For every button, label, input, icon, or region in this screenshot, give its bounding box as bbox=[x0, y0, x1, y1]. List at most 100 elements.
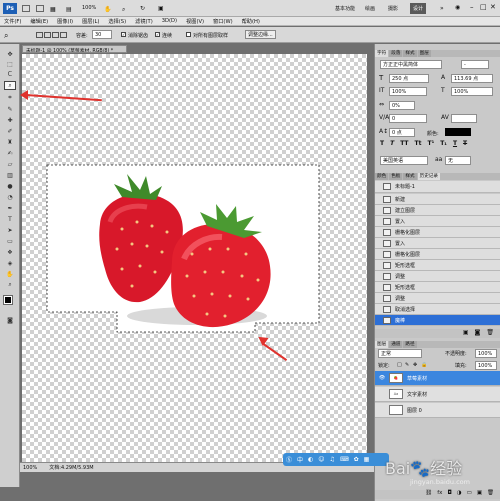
blur-tool-icon[interactable]: ● bbox=[4, 182, 16, 190]
refine-edge-button[interactable]: 调整边缘... bbox=[245, 30, 276, 39]
healing-brush-tool-icon[interactable]: ✚ bbox=[4, 116, 16, 124]
menu-image[interactable]: 图像(I) bbox=[57, 18, 73, 25]
language-select[interactable]: 美国英语 bbox=[380, 156, 428, 165]
workspace-menu-icon[interactable]: » bbox=[440, 5, 444, 12]
quick-mask-icon[interactable]: ◙ bbox=[4, 316, 16, 324]
extras-icon[interactable]: ▦ bbox=[50, 6, 56, 13]
add-selection-icon[interactable] bbox=[44, 32, 51, 38]
history-item[interactable]: 新建 bbox=[375, 194, 500, 205]
ime-keyboard-icon[interactable]: ⌨ bbox=[340, 456, 349, 463]
ime-punct-icon[interactable]: ◐ bbox=[308, 456, 313, 463]
layer-row-layer0[interactable]: 图层 0 bbox=[375, 403, 500, 418]
lock-all-icon[interactable]: 🔒 bbox=[421, 362, 427, 368]
horizontal-scale-input[interactable]: 100% bbox=[451, 87, 493, 96]
foreground-color-swatch[interactable] bbox=[3, 295, 13, 305]
workspace-photography[interactable]: 摄影 bbox=[388, 5, 398, 12]
tab-paragraph[interactable]: 段落 bbox=[389, 50, 403, 57]
blend-mode-select[interactable]: 正常 bbox=[378, 349, 422, 358]
font-family-select[interactable]: 方正正中黑简体 bbox=[380, 60, 442, 69]
history-item[interactable]: 置入 bbox=[375, 216, 500, 227]
menu-select[interactable]: 选择(S) bbox=[108, 18, 126, 25]
bridge-icon[interactable] bbox=[22, 5, 30, 12]
mini-bridge-icon[interactable] bbox=[36, 5, 44, 12]
antialias-select[interactable]: 无 bbox=[445, 156, 471, 165]
ime-skin-icon[interactable]: ✿ bbox=[354, 456, 359, 463]
history-item[interactable]: 矩形选框 bbox=[375, 260, 500, 271]
cs-live-icon[interactable]: ◉ bbox=[455, 4, 460, 11]
link-layers-icon[interactable]: ⛓ bbox=[425, 490, 432, 499]
pen-tool-icon[interactable]: ✒ bbox=[4, 204, 16, 212]
menu-file[interactable]: 文件(F) bbox=[4, 18, 21, 25]
hand-tool-icon[interactable]: ✋ bbox=[4, 270, 16, 278]
tab-layer-comps[interactable]: 图层 bbox=[417, 50, 431, 57]
rotate-view-icon[interactable]: ↻ bbox=[140, 5, 145, 12]
small-caps-button[interactable]: Tt bbox=[415, 140, 422, 147]
lasso-tool-icon[interactable]: ᑕ bbox=[4, 70, 16, 78]
layer-row-text[interactable]: Aa 文字素材 bbox=[375, 387, 500, 402]
type-tool-icon[interactable]: T bbox=[4, 215, 16, 223]
tab-channels[interactable]: 通道 bbox=[389, 341, 403, 348]
history-item[interactable]: 取消选择 bbox=[375, 304, 500, 315]
tolerance-input[interactable]: 30 bbox=[92, 30, 112, 39]
fill-input[interactable]: 100% bbox=[475, 361, 497, 370]
new-snapshot-icon[interactable]: ◙ bbox=[475, 329, 481, 338]
menu-window[interactable]: 窗口(W) bbox=[213, 18, 233, 25]
subtract-selection-icon[interactable] bbox=[52, 32, 59, 38]
maximize-button[interactable]: □ bbox=[480, 3, 487, 11]
hand-icon[interactable]: ✋ bbox=[104, 6, 111, 13]
history-item[interactable]: 建立图层 bbox=[375, 205, 500, 216]
tab-styles-2[interactable]: 样式 bbox=[403, 173, 417, 180]
contiguous-checkbox[interactable]: ✓ bbox=[155, 32, 160, 37]
eyedropper-tool-icon[interactable]: ✎ bbox=[4, 105, 16, 113]
all-caps-button[interactable]: TT bbox=[400, 140, 408, 147]
tab-history[interactable]: 历史记录 bbox=[417, 173, 440, 180]
document-canvas[interactable] bbox=[22, 54, 367, 462]
close-button[interactable]: ✕ bbox=[490, 3, 496, 11]
sample-all-layers-checkbox[interactable] bbox=[186, 32, 191, 37]
tab-paths[interactable]: 路径 bbox=[403, 341, 417, 348]
tracking-input[interactable] bbox=[451, 114, 477, 123]
new-layer-icon[interactable]: ▣ bbox=[477, 490, 482, 499]
adjustment-layer-icon[interactable]: ◑ bbox=[457, 490, 462, 499]
history-item-selected[interactable]: 魔棒 bbox=[375, 315, 500, 326]
kerning-input[interactable]: 0 bbox=[389, 114, 427, 123]
delete-layer-icon[interactable]: 🗑 bbox=[487, 490, 494, 499]
tab-character[interactable]: 字符 bbox=[375, 50, 389, 57]
vertical-scale-input[interactable]: 100% bbox=[389, 87, 427, 96]
faux-italic-button[interactable]: T bbox=[390, 140, 394, 147]
marquee-tool-icon[interactable]: ⬚ bbox=[4, 60, 16, 68]
lock-position-icon[interactable]: ✥ bbox=[413, 362, 417, 368]
crop-tool-icon[interactable]: ⌗ bbox=[4, 94, 16, 102]
intersect-selection-icon[interactable] bbox=[60, 32, 67, 38]
tab-color[interactable]: 颜色 bbox=[375, 173, 389, 180]
sogou-s-icon[interactable]: Ⓢ bbox=[286, 455, 292, 464]
eye-icon[interactable]: 👁 bbox=[378, 375, 386, 381]
minimize-button[interactable]: – bbox=[470, 3, 474, 11]
history-item[interactable]: 调整 bbox=[375, 271, 500, 282]
baseline-shift-input[interactable]: 0 点 bbox=[389, 128, 415, 137]
antialias-checkbox[interactable]: ✓ bbox=[121, 32, 126, 37]
zoom-icon[interactable]: ⌕ bbox=[122, 6, 125, 14]
lock-image-icon[interactable]: ✎ bbox=[405, 362, 409, 368]
menu-edit[interactable]: 编辑(E) bbox=[30, 18, 48, 25]
quick-selection-tool-icon[interactable]: ⌕ bbox=[4, 81, 16, 90]
history-item[interactable]: 栅格化图层 bbox=[375, 249, 500, 260]
magic-wand-tool-preset-icon[interactable]: ⌕ bbox=[4, 31, 8, 41]
path-selection-tool-icon[interactable]: ➤ bbox=[4, 226, 16, 234]
ime-mic-icon[interactable]: ♫ bbox=[330, 456, 335, 463]
clone-stamp-tool-icon[interactable]: ♜ bbox=[4, 138, 16, 146]
faux-bold-button[interactable]: T bbox=[380, 140, 384, 147]
zoom-level-select[interactable]: 100% bbox=[82, 5, 96, 11]
shape-tool-icon[interactable]: ▭ bbox=[4, 237, 16, 245]
ime-tools-icon[interactable]: ▦ bbox=[364, 456, 370, 463]
new-selection-icon[interactable] bbox=[36, 32, 43, 38]
layer-style-icon[interactable]: fx bbox=[437, 490, 442, 499]
history-item[interactable]: 栅格化图层 bbox=[375, 227, 500, 238]
layer-mask-icon[interactable]: ◘ bbox=[447, 490, 451, 499]
workspace-basic[interactable]: 基本功能 bbox=[335, 5, 355, 12]
menu-layer[interactable]: 图层(L) bbox=[82, 18, 99, 25]
ime-emoji-icon[interactable]: ☺ bbox=[318, 456, 324, 463]
menu-help[interactable]: 帮助(H) bbox=[242, 18, 260, 25]
tab-styles[interactable]: 样式 bbox=[403, 50, 417, 57]
font-size-input[interactable]: 250 点 bbox=[389, 74, 429, 83]
